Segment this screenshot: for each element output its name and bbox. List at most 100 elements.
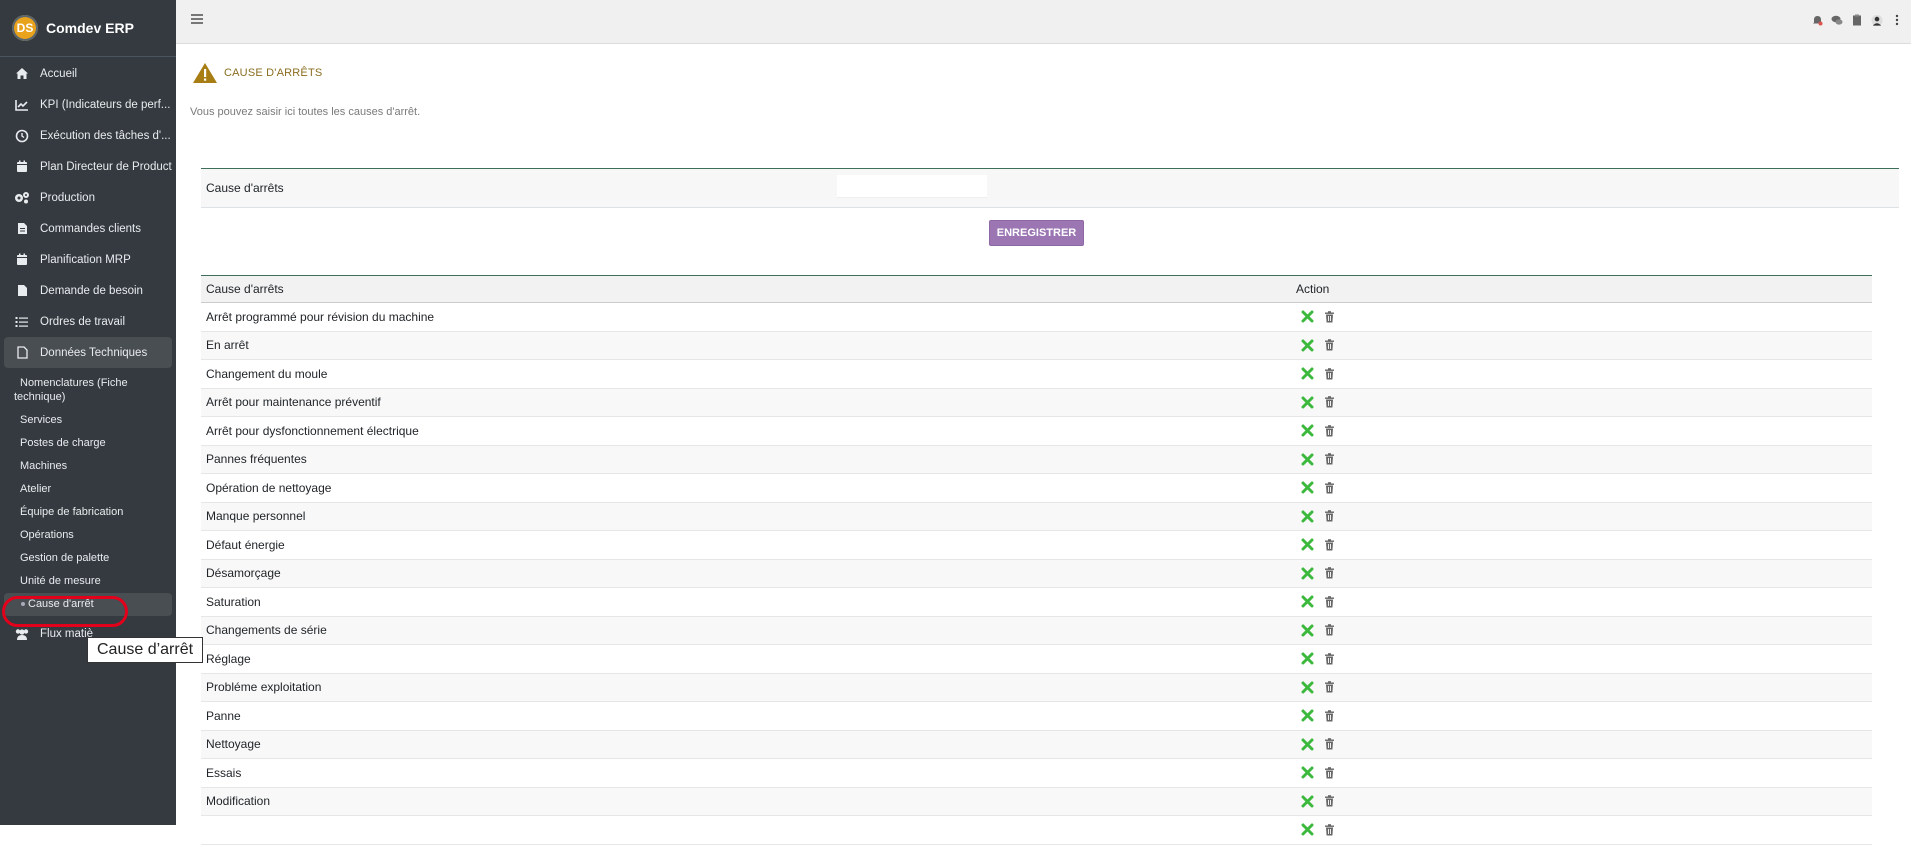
page-title: CAUSE D'ARRÊTS: [224, 67, 323, 79]
sidebar-item-label: Demande de besoin: [40, 284, 143, 297]
edit-icon[interactable]: [1300, 481, 1314, 495]
sidebar-subitem-services[interactable]: Services: [4, 409, 172, 432]
row-actions: [1296, 566, 1867, 580]
sidebar-subitem-postes-de-charge[interactable]: Postes de charge: [4, 432, 172, 455]
edit-icon[interactable]: [1300, 338, 1314, 352]
table-row: Opération de nettoyage: [201, 473, 1872, 503]
sidebar-item-donnees-techniques[interactable]: Données Techniques: [4, 337, 172, 368]
page-subtitle: Vous pouvez saisir ici toutes les causes…: [190, 106, 421, 118]
sidebar-item-label: Commandes clients: [40, 222, 141, 235]
trash-icon[interactable]: [1322, 623, 1336, 637]
chart-line-icon: [14, 97, 30, 113]
sidebar-subitem-gestion-palette[interactable]: Gestion de palette: [4, 547, 172, 570]
cause-cell: Arrêt programmé pour révision du machine: [201, 302, 1291, 332]
edit-icon[interactable]: [1300, 680, 1314, 694]
gears-icon: [14, 190, 30, 206]
topbar-icons: [1811, 14, 1903, 26]
trash-icon[interactable]: [1322, 709, 1336, 723]
edit-icon[interactable]: [1300, 709, 1314, 723]
tasks-icon: [14, 314, 30, 330]
trash-icon[interactable]: [1322, 481, 1336, 495]
edit-icon[interactable]: [1300, 566, 1314, 580]
edit-icon[interactable]: [1300, 623, 1314, 637]
action-cell: [1291, 388, 1872, 417]
sidebar-item-ordres[interactable]: Ordres de travail: [4, 306, 172, 337]
save-button[interactable]: ENREGISTRER: [989, 220, 1084, 246]
trash-icon[interactable]: [1322, 652, 1336, 666]
cause-cell: Défaut énergie: [201, 530, 1291, 560]
trash-icon[interactable]: [1322, 680, 1336, 694]
edit-icon[interactable]: [1300, 538, 1314, 552]
trash-icon[interactable]: [1322, 509, 1336, 523]
sidebar-item-kpi[interactable]: KPI (Indicateurs de perf...: [4, 89, 172, 120]
highlight-annotation: [2, 596, 128, 627]
sidebar-item-label: Données Techniques: [40, 346, 148, 359]
trash-icon[interactable]: [1322, 424, 1336, 438]
sidebar-subitem-machines[interactable]: Machines: [4, 455, 172, 478]
sidebar-nav: Accueil KPI (Indicateurs de perf... Exéc…: [4, 58, 172, 649]
sidebar-item-accueil[interactable]: Accueil: [4, 58, 172, 89]
trash-icon[interactable]: [1322, 766, 1336, 780]
trash-icon[interactable]: [1322, 566, 1336, 580]
bell-icon[interactable]: [1811, 14, 1823, 26]
cause-input[interactable]: [837, 175, 987, 198]
column-header-action: Action: [1296, 282, 1330, 296]
sidebar-subitem-atelier[interactable]: Atelier: [4, 478, 172, 501]
hamburger-menu-icon[interactable]: [191, 14, 203, 24]
clipboard-icon[interactable]: [1851, 14, 1863, 26]
sidebar-subitem-nomenclatures[interactable]: Nomenclatures (Fiche technique): [4, 372, 134, 409]
brand[interactable]: DS Comdev ERP: [0, 0, 176, 57]
trash-icon[interactable]: [1322, 367, 1336, 381]
trash-icon[interactable]: [1322, 595, 1336, 609]
sidebar-item-plan-directeur[interactable]: Plan Directeur de Productio: [4, 151, 172, 182]
trash-icon[interactable]: [1322, 310, 1336, 324]
cause-cell: Désamorçage: [201, 559, 1291, 588]
trash-icon[interactable]: [1322, 794, 1336, 808]
more-vertical-icon[interactable]: [1891, 14, 1903, 26]
sidebar-subitem-operations[interactable]: Opérations: [4, 524, 172, 547]
table-row: Saturation: [201, 587, 1872, 617]
tooltip: Cause d’arrêt: [87, 637, 204, 663]
sidebar-item-execution[interactable]: Exécution des tâches d'...: [4, 120, 172, 151]
cause-cell: Arrêt pour dysfonctionnement électrique: [201, 416, 1291, 446]
trash-icon[interactable]: [1322, 452, 1336, 466]
trash-icon[interactable]: [1322, 338, 1336, 352]
sidebar-item-demande[interactable]: Demande de besoin: [4, 275, 172, 306]
topbar: [176, 0, 1911, 44]
brand-logo: DS: [12, 15, 38, 41]
avatar[interactable]: [1871, 14, 1883, 26]
action-cell: [1291, 787, 1872, 816]
edit-icon[interactable]: [1300, 766, 1314, 780]
edit-icon[interactable]: [1300, 395, 1314, 409]
edit-icon[interactable]: [1300, 367, 1314, 381]
action-cell: [1291, 302, 1872, 332]
sidebar-item-commandes[interactable]: Commandes clients: [4, 213, 172, 244]
table-row: Réglage: [201, 644, 1872, 674]
row-actions: [1296, 338, 1867, 352]
edit-icon[interactable]: [1300, 509, 1314, 523]
comments-icon[interactable]: [1831, 14, 1843, 26]
edit-icon[interactable]: [1300, 737, 1314, 751]
edit-icon[interactable]: [1300, 595, 1314, 609]
table-row: Panne: [201, 701, 1872, 731]
warning-icon: [192, 62, 218, 84]
action-cell: [1291, 673, 1872, 702]
edit-icon[interactable]: [1300, 452, 1314, 466]
sidebar-subitem-equipe[interactable]: Équipe de fabrication: [4, 501, 172, 524]
users-icon: [14, 626, 30, 642]
sidebar-item-mrp[interactable]: Planification MRP: [4, 244, 172, 275]
edit-icon[interactable]: [1300, 652, 1314, 666]
action-cell: [1291, 730, 1872, 759]
cause-cell: Saturation: [201, 587, 1291, 617]
sidebar-item-label: Planification MRP: [40, 253, 131, 266]
edit-icon[interactable]: [1300, 310, 1314, 324]
trash-icon[interactable]: [1322, 737, 1336, 751]
trash-icon[interactable]: [1322, 538, 1336, 552]
sidebar-subitem-unite-mesure[interactable]: Unité de mesure: [4, 570, 172, 593]
edit-icon[interactable]: [1300, 424, 1314, 438]
sidebar-item-production[interactable]: Production: [4, 182, 172, 213]
trash-icon[interactable]: [1322, 395, 1336, 409]
cause-cell: Arrêt pour maintenance préventif: [201, 388, 1291, 417]
sidebar-item-label: Production: [40, 191, 95, 204]
edit-icon[interactable]: [1300, 794, 1314, 808]
